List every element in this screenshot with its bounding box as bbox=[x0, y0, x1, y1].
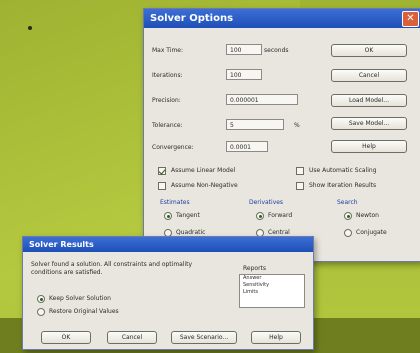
solver-results-titlebar[interactable]: Solver Results bbox=[23, 237, 313, 252]
tolerance-field[interactable]: 5 bbox=[226, 119, 284, 130]
show-iteration-results-label: Show Iteration Results bbox=[309, 182, 377, 189]
precision-field[interactable]: 0.000001 bbox=[226, 94, 298, 105]
keep-solution-radio[interactable] bbox=[37, 295, 45, 303]
reports-label: Reports bbox=[243, 265, 267, 272]
automatic-scaling-checkbox[interactable] bbox=[296, 167, 304, 175]
quadratic-label: Quadratic bbox=[176, 229, 206, 236]
help-button[interactable]: Help bbox=[331, 140, 407, 153]
estimates-group-label: Estimates bbox=[160, 199, 190, 206]
conjugate-label: Conjugate bbox=[356, 229, 387, 236]
cancel-button[interactable]: Cancel bbox=[331, 69, 407, 82]
forward-radio[interactable] bbox=[256, 212, 264, 220]
precision-label: Precision: bbox=[152, 97, 181, 104]
assume-linear-label: Assume Linear Model bbox=[171, 167, 236, 174]
solver-options-dialog: Solver Options ✕ Max Time: 100 seconds I… bbox=[143, 8, 420, 262]
save-scenario-button[interactable]: Save Scenario... bbox=[171, 331, 237, 344]
max-time-unit: seconds bbox=[264, 47, 289, 54]
search-group-label: Search bbox=[337, 199, 358, 206]
iterations-label: Iterations: bbox=[152, 72, 183, 79]
assume-linear-checkbox[interactable] bbox=[158, 167, 166, 175]
assume-non-negative-label: Assume Non-Negative bbox=[171, 182, 238, 189]
show-iteration-results-checkbox[interactable] bbox=[296, 182, 304, 190]
tolerance-label: Tolerance: bbox=[152, 122, 183, 129]
report-item[interactable]: Answer bbox=[240, 275, 304, 282]
restore-values-radio[interactable] bbox=[37, 308, 45, 316]
solver-options-title: Solver Options bbox=[150, 13, 234, 24]
load-model-button[interactable]: Load Model... bbox=[331, 94, 407, 107]
max-time-field[interactable]: 100 bbox=[226, 44, 262, 55]
conjugate-radio[interactable] bbox=[344, 229, 352, 237]
save-model-button[interactable]: Save Model... bbox=[331, 117, 407, 130]
solver-options-titlebar[interactable]: Solver Options ✕ bbox=[144, 9, 420, 28]
keep-solution-label: Keep Solver Solution bbox=[49, 295, 111, 302]
assume-non-negative-checkbox[interactable] bbox=[158, 182, 166, 190]
report-item[interactable]: Sensitivity bbox=[240, 282, 304, 289]
reports-list[interactable]: Answer Sensitivity Limits bbox=[239, 274, 305, 308]
central-label: Central bbox=[268, 229, 290, 236]
automatic-scaling-label: Use Automatic Scaling bbox=[309, 167, 377, 174]
close-button[interactable]: ✕ bbox=[402, 11, 419, 27]
tangent-radio[interactable] bbox=[164, 212, 172, 220]
newton-radio[interactable] bbox=[344, 212, 352, 220]
forward-label: Forward bbox=[268, 212, 293, 219]
close-icon: ✕ bbox=[406, 13, 415, 24]
convergence-label: Convergence: bbox=[152, 144, 194, 151]
results-message-line2: conditions are satisfied. bbox=[31, 269, 103, 276]
newton-label: Newton bbox=[356, 212, 379, 219]
results-cancel-button[interactable]: Cancel bbox=[107, 331, 157, 344]
solver-results-dialog: Solver Results Solver found a solution. … bbox=[22, 236, 314, 350]
tangent-label: Tangent bbox=[176, 212, 200, 219]
solver-results-title: Solver Results bbox=[29, 240, 94, 249]
ok-button[interactable]: OK bbox=[331, 44, 407, 57]
max-time-label: Max Time: bbox=[152, 47, 184, 54]
iterations-field[interactable]: 100 bbox=[226, 69, 262, 80]
results-message-line1: Solver found a solution. All constraints… bbox=[31, 261, 193, 268]
derivatives-group-label: Derivatives bbox=[249, 199, 284, 206]
report-item[interactable]: Limits bbox=[240, 289, 304, 296]
convergence-field[interactable]: 0.0001 bbox=[226, 141, 268, 152]
tolerance-unit: % bbox=[294, 122, 300, 129]
results-ok-button[interactable]: OK bbox=[41, 331, 91, 344]
results-help-button[interactable]: Help bbox=[251, 331, 301, 344]
background-mark bbox=[28, 26, 32, 30]
restore-values-label: Restore Original Values bbox=[49, 308, 119, 315]
